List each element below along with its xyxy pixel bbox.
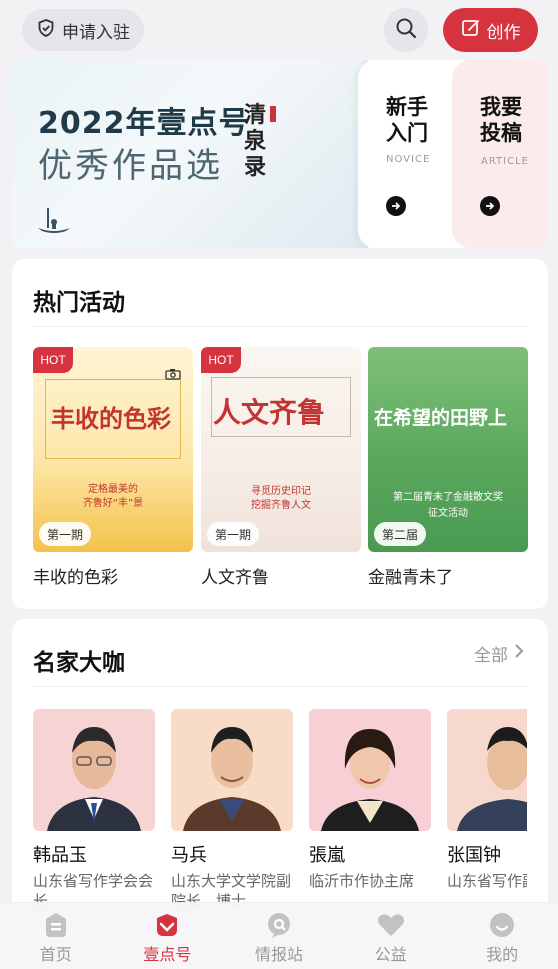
arrow-right-icon: [480, 196, 500, 216]
activity-art-sub2: 齐鲁好“丰”景: [82, 498, 144, 509]
create-label: 创作: [486, 22, 521, 43]
activity-art-title: 在希望的田野上: [374, 407, 508, 429]
article-title-line2: 投稿: [480, 121, 522, 145]
home-icon: [41, 909, 71, 941]
yidian-icon: [152, 909, 182, 941]
tab-charity[interactable]: 公益: [335, 903, 447, 969]
activity-label: 金融青未了: [368, 568, 453, 588]
activity-art-title: 丰收的色彩: [51, 404, 171, 433]
activity-art-sub2: 征文活动: [428, 508, 468, 519]
tab-yidian[interactable]: 壹点号: [112, 903, 224, 969]
top-bar: 申请入驻 创作: [0, 0, 558, 58]
writer-name: 韩品玉: [33, 845, 87, 866]
writer-card[interactable]: 张国钟 山东省写作副会长: [447, 709, 527, 911]
tab-profile[interactable]: 我的: [446, 903, 558, 969]
writer-photo: [447, 709, 527, 831]
activity-card[interactable]: 人文齐鲁 寻觅历史印记 挖掘齐鲁人文 HOT 第一期 人文齐鲁: [201, 347, 361, 588]
tab-intel[interactable]: 情报站: [223, 903, 335, 969]
activity-art-sub1: 第二届青未了金融散文奖: [393, 492, 503, 503]
hot-badge: HOT: [33, 347, 73, 373]
section-title: 名家大咖: [33, 649, 125, 676]
novice-title-line1: 新手: [386, 95, 428, 119]
heart-icon: [376, 909, 406, 941]
section-title: 热门活动: [33, 289, 125, 316]
writer-photo: [171, 709, 293, 831]
hot-activities-section: 热门活动 丰收的色彩 定格最美的 齐鲁好“丰”景 HOT 第一期 丰收的色彩 人…: [12, 259, 548, 609]
writer-card[interactable]: 韩品玉 山东省写作学会会长: [33, 709, 155, 911]
writer-name: 马兵: [171, 845, 207, 866]
submit-article-card[interactable]: 我要 投稿 ARTICLE: [452, 60, 548, 248]
tab-label: 壹点号: [143, 945, 192, 964]
activity-art-sub1: 定格最美的: [88, 484, 138, 495]
edit-icon: [461, 18, 481, 43]
banner-title-line1: 2022年壹点号: [38, 106, 250, 141]
article-subtitle: ARTICLE: [481, 156, 529, 167]
tab-home[interactable]: 首页: [0, 903, 112, 969]
promo-banner: 2022年壹点号 优秀作品选 清泉录 新手 入门 NOVICE 我要 投稿 AR…: [12, 60, 548, 248]
activity-image: 人文齐鲁 寻觅历史印记 挖掘齐鲁人文 HOT 第一期: [201, 347, 361, 552]
issue-badge: 第二届: [374, 522, 427, 546]
activity-image: 丰收的色彩 定格最美的 齐鲁好“丰”景 HOT 第一期: [33, 347, 193, 552]
novice-subtitle: NOVICE: [386, 154, 431, 165]
tab-label: 公益: [374, 945, 407, 964]
banner-title-line2: 优秀作品选: [38, 146, 223, 186]
search-button[interactable]: [384, 8, 428, 52]
profile-icon: [487, 909, 517, 941]
issue-badge: 第一期: [207, 522, 260, 546]
banner-calligraphy: 清泉录: [244, 102, 267, 180]
apply-join-button[interactable]: 申请入驻: [22, 9, 144, 51]
camera-icon: [165, 365, 181, 384]
banner-seal: [270, 106, 276, 122]
writer-name: 张国钟: [447, 845, 501, 866]
tab-label: 我的: [486, 945, 519, 964]
article-title-line1: 我要: [480, 95, 522, 119]
writer-name: 張嵐: [309, 845, 345, 866]
create-button[interactable]: 创作: [443, 8, 538, 52]
issue-badge: 第一期: [39, 522, 92, 546]
divider: [33, 326, 527, 327]
tab-label: 首页: [39, 945, 72, 964]
activity-art-sub1: 寻觅历史印记: [251, 486, 311, 497]
banner-image[interactable]: 2022年壹点号 优秀作品选 清泉录: [12, 60, 368, 248]
activity-label: 丰收的色彩: [33, 568, 118, 588]
activity-label: 人文齐鲁: [201, 568, 269, 588]
activity-image: 在希望的田野上 第二届青未了金融散文奖 征文活动 第二届: [368, 347, 528, 552]
novice-title-line2: 入门: [386, 121, 428, 145]
divider: [33, 686, 527, 687]
famous-writers-section: 名家大咖 全部 韩品玉 山东省写作学会会长 马兵 山东大学文学院副院长、博士… …: [12, 619, 548, 919]
apply-join-label: 申请入驻: [62, 22, 130, 43]
shield-check-icon: [36, 18, 56, 43]
activity-art-title: 人文齐鲁: [213, 396, 326, 429]
hot-badge: HOT: [201, 347, 241, 373]
arrow-right-icon: [386, 196, 406, 216]
view-all-link[interactable]: 全部: [474, 641, 524, 666]
intel-icon: [264, 909, 294, 941]
activity-card[interactable]: 丰收的色彩 定格最美的 齐鲁好“丰”景 HOT 第一期 丰收的色彩: [33, 347, 193, 588]
activity-art-sub2: 挖掘齐鲁人文: [251, 500, 311, 511]
view-all-label: 全部: [474, 646, 508, 666]
bottom-tab-bar: 首页 壹点号 情报站 公益 我的: [0, 902, 558, 969]
writer-card[interactable]: 马兵 山东大学文学院副院长、博士…: [171, 709, 293, 911]
activity-card[interactable]: 在希望的田野上 第二届青未了金融散文奖 征文活动 第二届 金融青未了: [368, 347, 528, 588]
writer-card[interactable]: 張嵐 临沂市作协主席: [309, 709, 431, 911]
tab-label: 情报站: [254, 945, 303, 964]
chevron-right-icon: [514, 643, 524, 664]
writer-photo: [33, 709, 155, 831]
search-icon: [394, 16, 418, 44]
boat-illustration: [34, 200, 74, 244]
writer-photo: [309, 709, 431, 831]
